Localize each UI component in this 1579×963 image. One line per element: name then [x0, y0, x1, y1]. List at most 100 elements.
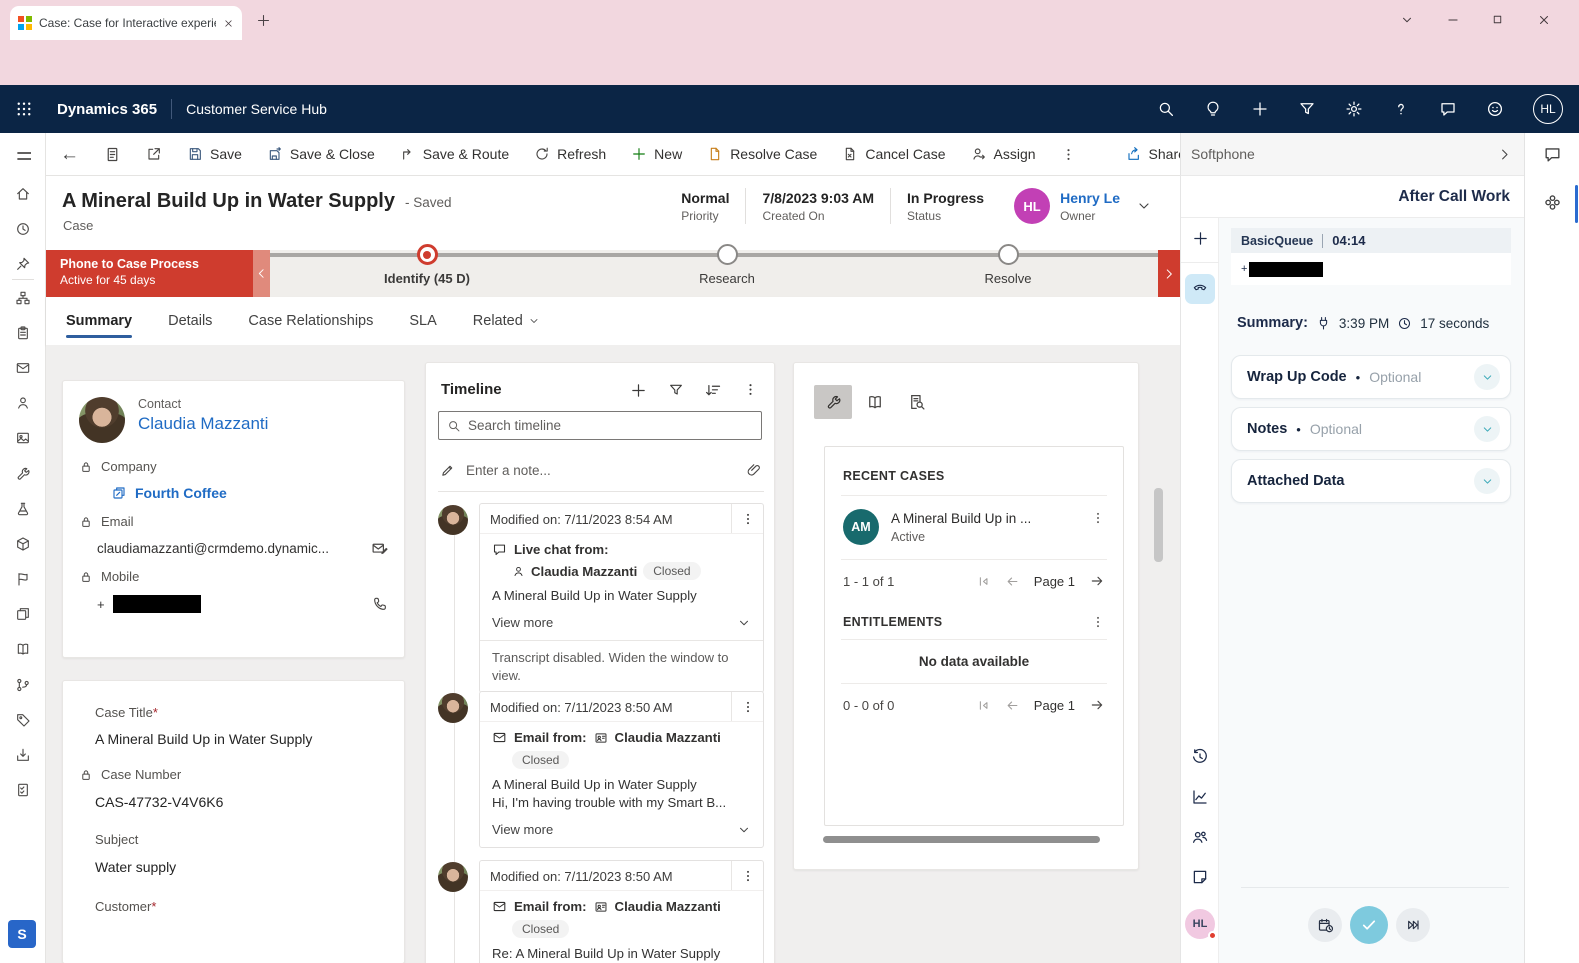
previous-page-icon[interactable]: [1005, 698, 1020, 713]
window-maximize-button[interactable]: [1491, 13, 1504, 26]
timeline-entry-chat[interactable]: Modified on: 7/11/2023 8:54 AM Live chat…: [438, 503, 764, 693]
view-more-toggle[interactable]: View more: [492, 822, 751, 837]
stats-chart-icon[interactable]: [1181, 788, 1219, 806]
quick-create-plus-icon[interactable]: [1251, 100, 1269, 118]
open-in-new-window-icon[interactable]: [146, 146, 162, 162]
note-input[interactable]: [466, 463, 735, 478]
timeline-search-input[interactable]: [468, 418, 753, 433]
new-button[interactable]: New: [631, 146, 682, 162]
timeline-entry-email[interactable]: Modified on: 7/11/2023 8:50 AM Email fro…: [438, 691, 764, 848]
previous-page-icon[interactable]: [1005, 574, 1020, 589]
sidebar-icon-home[interactable]: [0, 181, 45, 207]
app-plugin-icon[interactable]: [1525, 193, 1579, 212]
created-on-field[interactable]: 7/8/2023 9:03 AM Created On: [746, 190, 890, 223]
call-history-icon[interactable]: [1181, 748, 1219, 766]
bpf-scroll-right[interactable]: [1158, 250, 1180, 297]
command-overflow-kebab-icon[interactable]: [1061, 147, 1076, 162]
entry-kebab-icon[interactable]: [731, 861, 763, 890]
related-tools-tab-active[interactable]: [814, 385, 852, 419]
priority-field[interactable]: Normal Priority: [665, 190, 745, 223]
save-button[interactable]: Save: [187, 146, 242, 162]
knowledge-search-tab[interactable]: [908, 393, 926, 411]
owner-field[interactable]: Henry Le Owner: [1060, 190, 1120, 223]
timeline-filter-icon[interactable]: [668, 382, 684, 398]
save-route-button[interactable]: Save & Route: [400, 146, 509, 162]
window-close-button[interactable]: [1537, 13, 1551, 27]
window-minimize-button[interactable]: [1446, 13, 1460, 27]
contact-name-link[interactable]: Claudia Mazzanti: [138, 414, 268, 434]
company-value-row[interactable]: Fourth Coffee: [111, 485, 388, 501]
sidebar-icon-goals[interactable]: [0, 566, 45, 592]
sidebar-icon-email[interactable]: [0, 355, 45, 381]
new-session-plus-icon[interactable]: [1181, 230, 1219, 248]
bpf-stage-identify[interactable]: Identify (45 D): [367, 244, 487, 286]
tab-details[interactable]: Details: [168, 297, 212, 345]
sidebar-icon-entitlements[interactable]: [0, 672, 45, 698]
chevron-down-icon[interactable]: [1474, 468, 1500, 494]
contacts-people-icon[interactable]: [1181, 828, 1219, 846]
bpf-stage-dot[interactable]: [417, 244, 438, 265]
save-close-button[interactable]: Save & Close: [267, 146, 375, 162]
notes-accordion[interactable]: Notes • Optional: [1231, 407, 1511, 451]
sidebar-icon-queues[interactable]: [0, 496, 45, 522]
bpf-stage-resolve[interactable]: Resolve: [948, 244, 1068, 286]
status-field[interactable]: In Progress Status: [891, 190, 1000, 223]
subject-value[interactable]: Water supply: [95, 859, 388, 875]
bpf-process-tile[interactable]: Phone to Case Process Active for 45 days: [46, 250, 253, 297]
vertical-scrollbar[interactable]: [1154, 488, 1163, 562]
sidebar-icon-imports[interactable]: [0, 742, 45, 768]
first-page-icon[interactable]: [976, 574, 991, 589]
first-page-icon[interactable]: [976, 698, 991, 713]
compose-email-icon[interactable]: [371, 540, 388, 557]
mobile-value-row[interactable]: +: [97, 595, 388, 613]
sidebar-icon-knowledge[interactable]: [0, 636, 45, 662]
form-back-button[interactable]: ←: [60, 145, 79, 164]
help-question-icon[interactable]: [1392, 100, 1410, 118]
entry-kebab-icon[interactable]: [731, 504, 763, 533]
chevron-down-icon[interactable]: [1474, 416, 1500, 442]
view-more-toggle[interactable]: View more: [492, 615, 751, 630]
timeline-search-box[interactable]: [438, 411, 762, 440]
bpf-scroll-left[interactable]: [253, 250, 270, 297]
timeline-add-icon[interactable]: [630, 382, 647, 399]
bpf-stage-research[interactable]: Research: [667, 244, 787, 286]
sidebar-icon-dashboards[interactable]: [0, 285, 45, 311]
sidebar-icon-activities[interactable]: [0, 320, 45, 346]
form-selector-icon[interactable]: [104, 146, 121, 163]
brand-title[interactable]: Dynamics 365: [57, 101, 157, 118]
contact-photo-avatar[interactable]: [79, 397, 125, 443]
complete-acw-button[interactable]: [1350, 906, 1388, 944]
active-call-session-tab[interactable]: [1185, 274, 1215, 304]
header-expand-chevron-icon[interactable]: [1136, 198, 1152, 214]
note-entry-row[interactable]: [440, 455, 762, 485]
notes-icon[interactable]: [1181, 868, 1219, 886]
case-title-value[interactable]: A Mineral Build Up in Water Supply: [95, 731, 388, 747]
lightbulb-icon[interactable]: [1204, 100, 1222, 118]
sidebar-icon-accounts[interactable]: [0, 425, 45, 451]
search-icon[interactable]: [1157, 100, 1175, 118]
knowledge-book-tab[interactable]: [866, 393, 884, 411]
next-page-icon[interactable]: [1089, 697, 1105, 713]
case-row-kebab-icon[interactable]: [1091, 511, 1105, 525]
agent-presence-avatar[interactable]: HL: [1185, 909, 1215, 939]
sidebar-icon-pinned[interactable]: [0, 251, 45, 277]
resolve-case-button[interactable]: Resolve Case: [707, 146, 817, 162]
entry-kebab-icon[interactable]: [731, 692, 763, 721]
filter-icon[interactable]: [1298, 100, 1316, 118]
sidebar-icon-articles[interactable]: [0, 601, 45, 627]
paperclip-icon[interactable]: [746, 462, 762, 478]
recent-case-title[interactable]: A Mineral Build Up in ...: [891, 511, 1079, 526]
sidebar-icon-tags[interactable]: [0, 707, 45, 733]
waffle-icon[interactable]: [15, 100, 33, 118]
horizontal-scrollbar[interactable]: [823, 836, 1100, 843]
skip-acw-button[interactable]: [1396, 908, 1430, 942]
sidebar-icon-contacts[interactable]: [0, 390, 45, 416]
sitemap-area-switcher[interactable]: S: [8, 920, 36, 948]
tab-case-relationships[interactable]: Case Relationships: [248, 297, 373, 345]
browser-tab[interactable]: Case: Case for Interactive experie: [10, 6, 242, 40]
assign-button[interactable]: Assign: [971, 146, 1036, 162]
call-phone-icon[interactable]: [372, 596, 388, 612]
sidebar-icon-cases[interactable]: [0, 461, 45, 487]
bpf-stage-dot[interactable]: [998, 244, 1019, 265]
collapse-pane-chevron-icon[interactable]: [1497, 147, 1512, 162]
